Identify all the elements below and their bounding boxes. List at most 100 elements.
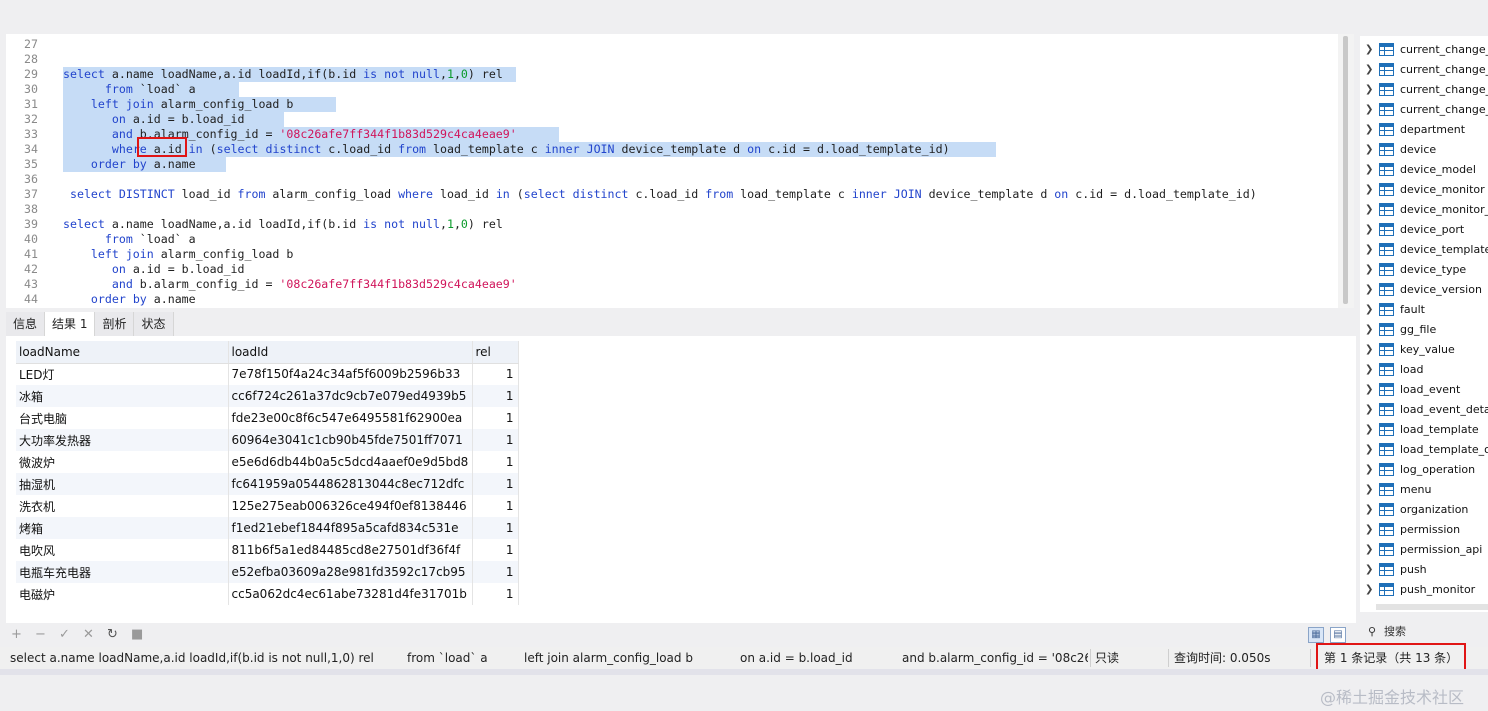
- grid-view-icon[interactable]: ▦: [1308, 627, 1324, 643]
- code-line[interactable]: 41 left join alarm_config_load b: [6, 247, 1338, 262]
- code-line[interactable]: 38: [6, 202, 1338, 217]
- tab-info[interactable]: 信息: [6, 312, 46, 336]
- cell-loadname[interactable]: 台式电脑: [16, 407, 229, 429]
- code-line[interactable]: 42 on a.id = b.load_id: [6, 262, 1338, 277]
- cell-loadname[interactable]: 抽湿机: [16, 473, 229, 495]
- code-line[interactable]: 28: [6, 52, 1338, 67]
- cell-loadid[interactable]: e5e6d6db44b0a5c5dcd4aaef0e9d5bd8: [228, 451, 473, 473]
- table-row[interactable]: 电吹风 811b6f5a1ed84485cd8e27501df36f4f 1: [16, 539, 519, 561]
- tree-item-table[interactable]: ❯ current_change_d: [1360, 60, 1488, 80]
- cell-loadid[interactable]: e52efba03609a28e981fd3592c17cb95: [228, 561, 473, 583]
- tab-status[interactable]: 状态: [134, 312, 174, 336]
- tree-item-table[interactable]: ❯ device_port: [1360, 220, 1488, 240]
- chevron-right-icon[interactable]: ❯: [1365, 440, 1373, 460]
- cell-loadid[interactable]: fde23e00c8f6c547e6495581f62900ea: [228, 407, 473, 429]
- chevron-right-icon[interactable]: ❯: [1365, 300, 1373, 320]
- column-header-loadname[interactable]: loadName: [16, 341, 229, 364]
- tree-item-table[interactable]: ❯ department: [1360, 120, 1488, 140]
- cell-loadid[interactable]: 125e275eab006326ce494f0ef8138446: [228, 495, 473, 517]
- chevron-right-icon[interactable]: ❯: [1365, 200, 1373, 220]
- tree-item-table[interactable]: ❯ permission: [1360, 520, 1488, 540]
- chevron-right-icon[interactable]: ❯: [1365, 380, 1373, 400]
- chevron-right-icon[interactable]: ❯: [1365, 320, 1373, 340]
- code-line[interactable]: 37 select DISTINCT load_id from alarm_co…: [6, 187, 1338, 202]
- code-line[interactable]: 36: [6, 172, 1338, 187]
- cell-rel[interactable]: 1: [472, 363, 519, 385]
- chevron-right-icon[interactable]: ❯: [1365, 480, 1373, 500]
- check-icon[interactable]: ✓: [59, 627, 70, 642]
- table-row[interactable]: 烤箱 f1ed21ebef1844f895a5cafd834c531e 1: [16, 517, 519, 539]
- cell-loadname[interactable]: LED灯: [16, 363, 229, 385]
- form-view-icon[interactable]: ▤: [1330, 627, 1346, 643]
- cell-rel[interactable]: 1: [472, 561, 519, 583]
- tree-item-table[interactable]: ❯ device: [1360, 140, 1488, 160]
- chevron-right-icon[interactable]: ❯: [1365, 220, 1373, 240]
- code-line[interactable]: 30 from `load` a: [6, 82, 1338, 97]
- tree-item-table[interactable]: ❯ load_event: [1360, 380, 1488, 400]
- sql-editor[interactable]: 27 28 29 select a.name loadName,a.id loadId…: [6, 34, 1338, 308]
- plus-icon[interactable]: +: [11, 627, 22, 642]
- code-line[interactable]: 43 and b.alarm_config_id = '08c26afe7ff3…: [6, 277, 1338, 292]
- tree-item-table[interactable]: ❯ push: [1360, 560, 1488, 580]
- chevron-right-icon[interactable]: ❯: [1365, 260, 1373, 280]
- tree-item-table[interactable]: ❯ device_type: [1360, 260, 1488, 280]
- chevron-right-icon[interactable]: ❯: [1365, 400, 1373, 420]
- table-row[interactable]: 冰箱 cc6f724c261a37dc9cb7e079ed4939b5 1: [16, 385, 519, 407]
- cell-loadname[interactable]: 电瓶车充电器: [16, 561, 229, 583]
- chevron-right-icon[interactable]: ❯: [1365, 540, 1373, 560]
- minus-icon[interactable]: −: [35, 627, 46, 642]
- table-row[interactable]: 电磁炉 cc5a062dc4ec61abe73281d4fe31701b 1: [16, 583, 519, 605]
- code-line[interactable]: 44 order by a.name: [6, 292, 1338, 307]
- cell-rel[interactable]: 1: [472, 495, 519, 517]
- column-header-loadid[interactable]: loadId: [228, 341, 473, 364]
- cell-loadname[interactable]: 洗衣机: [16, 495, 229, 517]
- cell-loadname[interactable]: 电吹风: [16, 539, 229, 561]
- tab-result-1[interactable]: 结果 1: [45, 312, 96, 336]
- table-row[interactable]: 台式电脑 fde23e00c8f6c547e6495581f62900ea 1: [16, 407, 519, 429]
- cell-loadid[interactable]: 60964e3041c1cb90b45fde7501ff7071: [228, 429, 473, 451]
- chevron-right-icon[interactable]: ❯: [1365, 80, 1373, 100]
- chevron-right-icon[interactable]: ❯: [1365, 580, 1373, 600]
- table-row[interactable]: 电瓶车充电器 e52efba03609a28e981fd3592c17cb95 1: [16, 561, 519, 583]
- chevron-right-icon[interactable]: ❯: [1365, 560, 1373, 580]
- tree-item-table[interactable]: ❯ key_value: [1360, 340, 1488, 360]
- code-line[interactable]: 32 on a.id = b.load_id: [6, 112, 1338, 127]
- chevron-right-icon[interactable]: ❯: [1365, 140, 1373, 160]
- table-row[interactable]: 微波炉 e5e6d6db44b0a5c5dcd4aaef0e9d5bd8 1: [16, 451, 519, 473]
- cell-loadid[interactable]: fc641959a0544862813044c8ec712dfc: [228, 473, 473, 495]
- cross-icon[interactable]: ✕: [83, 627, 94, 642]
- chevron-right-icon[interactable]: ❯: [1365, 40, 1373, 60]
- cell-loadname[interactable]: 冰箱: [16, 385, 229, 407]
- refresh-icon[interactable]: ↻: [107, 627, 118, 642]
- cell-rel[interactable]: 1: [472, 407, 519, 429]
- chevron-right-icon[interactable]: ❯: [1365, 60, 1373, 80]
- code-line[interactable]: 27: [6, 37, 1338, 52]
- tree-item-table[interactable]: ❯ device_monitor_de: [1360, 200, 1488, 220]
- tree-item-table[interactable]: ❯ current_change_u: [1360, 100, 1488, 120]
- table-row[interactable]: 洗衣机 125e275eab006326ce494f0ef8138446 1: [16, 495, 519, 517]
- tab-profile[interactable]: 剖析: [95, 312, 135, 336]
- editor-scrollbar[interactable]: [1338, 34, 1354, 308]
- chevron-right-icon[interactable]: ❯: [1365, 240, 1373, 260]
- chevron-right-icon[interactable]: ❯: [1365, 360, 1373, 380]
- cell-rel[interactable]: 1: [472, 539, 519, 561]
- tree-item-table[interactable]: ❯ device_template: [1360, 240, 1488, 260]
- cell-rel[interactable]: 1: [472, 429, 519, 451]
- editor-scroll-thumb[interactable]: [1343, 36, 1348, 304]
- table-row[interactable]: 抽湿机 fc641959a0544862813044c8ec712dfc 1: [16, 473, 519, 495]
- tree-item-table[interactable]: ❯ load_template_old: [1360, 440, 1488, 460]
- cell-loadname[interactable]: 电磁炉: [16, 583, 229, 605]
- tree-item-table[interactable]: ❯ permission_api: [1360, 540, 1488, 560]
- tree-item-table[interactable]: ❯ current_change_a: [1360, 40, 1488, 60]
- cell-loadid[interactable]: cc6f724c261a37dc9cb7e079ed4939b5: [228, 385, 473, 407]
- tree-horizontal-scrollbar[interactable]: [1376, 604, 1488, 610]
- chevron-right-icon[interactable]: ❯: [1365, 180, 1373, 200]
- code-line[interactable]: 29 select a.name loadName,a.id loadId,if(…: [6, 67, 1338, 82]
- table-row[interactable]: LED灯 7e78f150f4a24c34af5f6009b2596b33 1: [16, 363, 519, 385]
- tree-item-table[interactable]: ❯ log_operation: [1360, 460, 1488, 480]
- column-header-rel[interactable]: rel: [472, 341, 519, 364]
- cell-loadid[interactable]: 811b6f5a1ed84485cd8e27501df36f4f: [228, 539, 473, 561]
- cell-rel[interactable]: 1: [472, 473, 519, 495]
- chevron-right-icon[interactable]: ❯: [1365, 520, 1373, 540]
- cell-rel[interactable]: 1: [472, 385, 519, 407]
